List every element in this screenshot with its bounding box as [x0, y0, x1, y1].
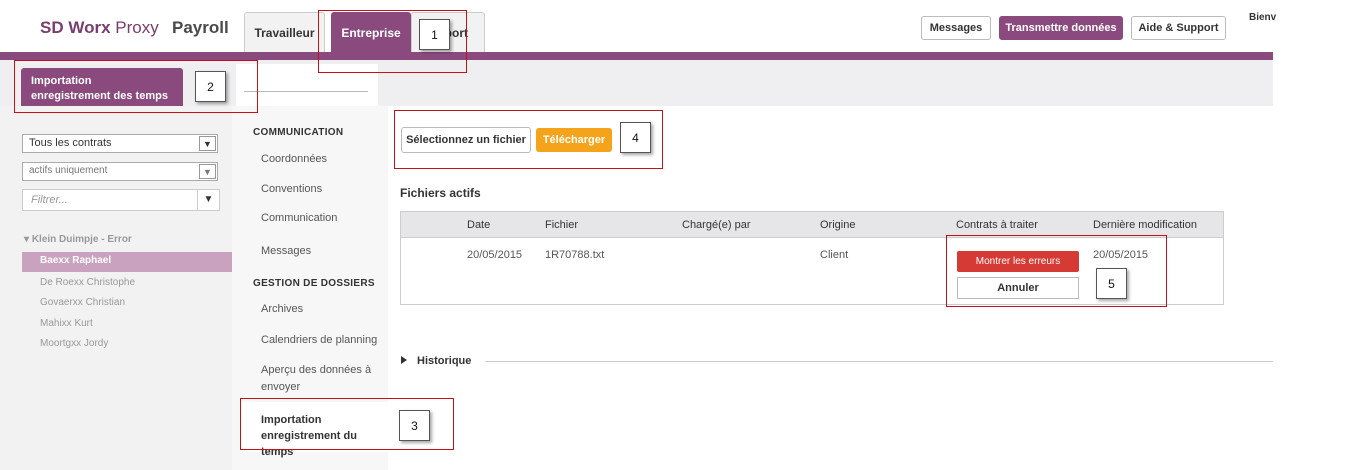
employee-item[interactable]: Mahixx Kurt [40, 318, 93, 329]
column-header: Fichier [545, 219, 579, 231]
chevron-down-icon: ▼ [199, 136, 216, 151]
annotation-callout-3: 3 [399, 410, 430, 441]
column-header: Origine [820, 219, 856, 231]
nav-item-communication[interactable]: Communication [261, 212, 337, 224]
app-header: SD Worx Proxy Payroll Travailleur Entrep… [0, 0, 1347, 55]
tab-travailleur[interactable]: Travailleur [244, 12, 325, 52]
brand-name: SD Worx [40, 18, 111, 37]
employee-group-label[interactable]: ▾ Klein Duimpje - Error [24, 234, 132, 245]
brand-suffix: Proxy [110, 18, 159, 37]
brand-logo: SD Worx Proxy [40, 18, 159, 38]
nav-item-apercu-line2: envoyer [261, 381, 301, 393]
caret-right-icon [401, 356, 407, 364]
column-header: Chargé(e) par [682, 219, 751, 231]
filter-placeholder: Filtrer... [31, 194, 68, 206]
cell-origin: Client [820, 249, 849, 261]
header-divider [0, 52, 1273, 60]
cell-date: 20/05/2015 [467, 249, 523, 261]
annotation-callout-4: 4 [620, 122, 651, 153]
employee-filter-input[interactable]: Filtrer... ▼ [22, 189, 220, 211]
nav-section-communication: COMMUNICATION [253, 127, 344, 138]
chevron-down-icon: ▼ [199, 164, 216, 179]
nav-item-conventions[interactable]: Conventions [261, 183, 322, 195]
sidebar [0, 106, 232, 470]
nav-item-archives[interactable]: Archives [261, 303, 303, 315]
filter-icon[interactable]: ▼ [197, 190, 219, 210]
help-support-button[interactable]: Aide & Support [1131, 16, 1226, 40]
annotation-box-5 [946, 235, 1167, 307]
employee-item[interactable]: Baexx Raphael [22, 252, 232, 272]
nav-item-messages[interactable]: Messages [261, 245, 311, 257]
product-name: Payroll [172, 18, 229, 37]
nav-item-calendriers[interactable]: Calendriers de planning [261, 334, 377, 346]
contract-select[interactable]: Tous les contrats ▼ [22, 134, 218, 153]
active-files-title: Fichiers actifs [400, 186, 481, 200]
nav-item-coordonnees[interactable]: Coordonnées [261, 153, 327, 165]
employee-item[interactable]: De Roexx Christophe [40, 277, 135, 288]
history-toggle[interactable]: Historique [401, 355, 471, 367]
nav-section-gestion: GESTION DE DOSSIERS [253, 278, 375, 289]
subheader-line [244, 91, 368, 92]
user-greeting: Bienv [1249, 12, 1277, 23]
contract-select-value: Tous les contrats [29, 137, 112, 149]
annotation-callout-5: 5 [1096, 268, 1127, 299]
active-filter-select[interactable]: actifs uniquement ▼ [22, 162, 218, 181]
column-header: Date [467, 219, 491, 231]
cell-file[interactable]: 1R70788.txt [545, 249, 604, 261]
employee-item[interactable]: Govaerxx Christian [40, 297, 125, 308]
history-label: Historique [417, 355, 472, 367]
column-header: Contrats à traiter [956, 219, 1038, 231]
active-select-value: actifs uniquement [29, 165, 108, 176]
employee-item[interactable]: Moortgxx Jordy [40, 338, 108, 349]
history-divider [485, 361, 1273, 362]
transmit-data-button[interactable]: Transmettre données [999, 16, 1123, 40]
messages-button[interactable]: Messages [921, 16, 991, 40]
column-header: Dernière modification [1093, 219, 1197, 231]
annotation-callout-1: 1 [419, 19, 450, 50]
annotation-callout-2: 2 [195, 71, 226, 102]
group-label-text: Klein Duimpje - Error [31, 234, 132, 245]
nav-item-apercu-line1: Aperçu des données à [261, 364, 372, 376]
nav-item-apercu[interactable]: Aperçu des données à envoyer [261, 362, 371, 396]
